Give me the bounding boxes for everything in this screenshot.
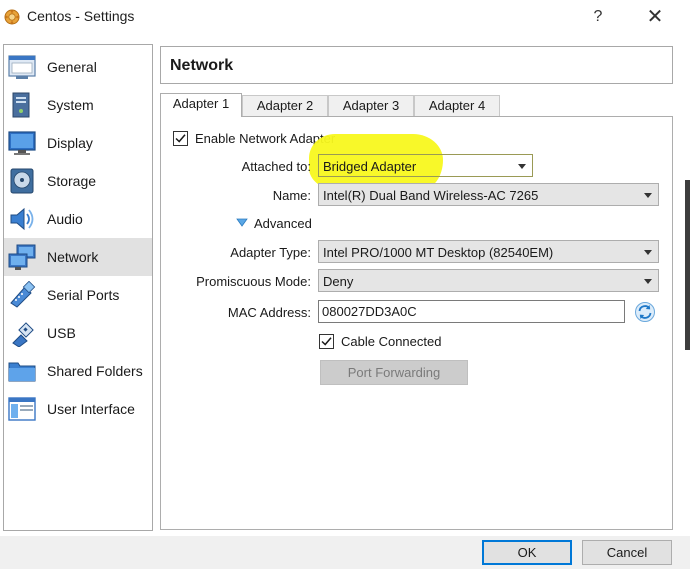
serial-ports-icon [10,281,36,308]
checkmark-icon [175,134,186,143]
sidebar-item-display[interactable]: Display [4,124,152,162]
adapter-type-label: Adapter Type: [230,245,311,260]
mac-address-label: MAC Address: [227,305,311,320]
system-icon [12,92,30,118]
sidebar-item-label: Audio [47,211,83,227]
adapter-type-select[interactable]: Intel PRO/1000 MT Desktop (82540EM) [318,240,659,263]
usb-icon [12,322,34,347]
port-forwarding-button[interactable]: Port Forwarding [320,360,468,385]
general-icon [8,55,36,79]
sidebar-item-label: General [47,59,97,75]
sidebar-item-label: Shared Folders [47,363,143,379]
sidebar-item-label: Serial Ports [47,287,120,303]
sidebar-item-system[interactable]: System [4,86,152,124]
chevron-down-icon [644,279,652,284]
sidebar-item-usb[interactable]: USB [4,314,152,352]
sidebar-item-storage[interactable]: Storage [4,162,152,200]
title-bar: Centos - Settings ? ✕ [0,0,690,34]
chevron-down-icon [518,164,526,169]
virtualbox-app-icon [4,9,20,25]
help-button[interactable]: ? [575,4,621,30]
section-header: Network [160,46,673,84]
attached-to-select[interactable]: Bridged Adapter [318,154,533,177]
sidebar-item-label: Display [47,135,93,151]
sidebar-item-audio[interactable]: Audio [4,200,152,238]
audio-icon [10,207,34,231]
tab-adapter-4[interactable]: Adapter 4 [414,95,500,116]
settings-sidebar: General System Display Storage Audio Net… [3,44,153,531]
mac-address-input[interactable] [319,301,624,322]
sidebar-item-label: System [47,97,94,113]
promiscuous-mode-select[interactable]: Deny [318,269,659,292]
mac-address-input-box[interactable] [318,300,625,323]
attached-to-value: Bridged Adapter [323,159,417,174]
background-window-edge [685,180,690,350]
tab-adapter-1[interactable]: Adapter 1 [160,93,242,117]
sidebar-item-user-interface[interactable]: User Interface [4,390,152,428]
ok-button[interactable]: OK [482,540,572,565]
promiscuous-mode-value: Deny [323,274,354,289]
sidebar-item-label: Network [47,249,99,265]
cancel-button[interactable]: Cancel [582,540,672,565]
adapter-type-value: Intel PRO/1000 MT Desktop (82540EM) [323,245,554,260]
sidebar-item-network[interactable]: Network [4,238,152,276]
network-icon [8,244,36,270]
name-label: Name: [272,188,311,203]
window-title: Centos - Settings [27,8,135,24]
attached-to-label: Attached to: [241,159,311,174]
storage-icon [10,168,34,194]
tab-adapter-3[interactable]: Adapter 3 [328,95,414,116]
chevron-down-icon [644,193,652,198]
adapter-name-select[interactable]: Intel(R) Dual Band Wireless-AC 7265 [318,183,659,206]
promiscuous-mode-label: Promiscuous Mode: [196,274,311,289]
sidebar-item-label: Storage [47,173,97,189]
user-interface-icon [8,397,36,421]
page-title: Network [170,57,234,74]
display-icon [8,131,36,155]
sidebar-item-label: USB [47,325,76,341]
expand-triangle-icon[interactable] [236,218,248,227]
enable-network-adapter-checkbox[interactable] [173,131,188,146]
shared-folders-icon [8,362,36,382]
advanced-toggle-label[interactable]: Advanced [254,216,312,231]
sidebar-item-label: User Interface [47,401,135,417]
chevron-down-icon [644,250,652,255]
sidebar-item-general[interactable]: General [4,48,152,86]
cable-connected-checkbox[interactable] [319,334,334,349]
refresh-mac-icon[interactable] [634,301,656,323]
tab-adapter-2[interactable]: Adapter 2 [242,95,328,116]
close-button[interactable]: ✕ [632,4,678,30]
sidebar-item-shared-folders[interactable]: Shared Folders [4,352,152,390]
sidebar-item-serial-ports[interactable]: Serial Ports [4,276,152,314]
adapter-name-value: Intel(R) Dual Band Wireless-AC 7265 [323,188,539,203]
checkmark-icon [321,337,332,346]
cable-connected-label: Cable Connected [341,334,442,349]
